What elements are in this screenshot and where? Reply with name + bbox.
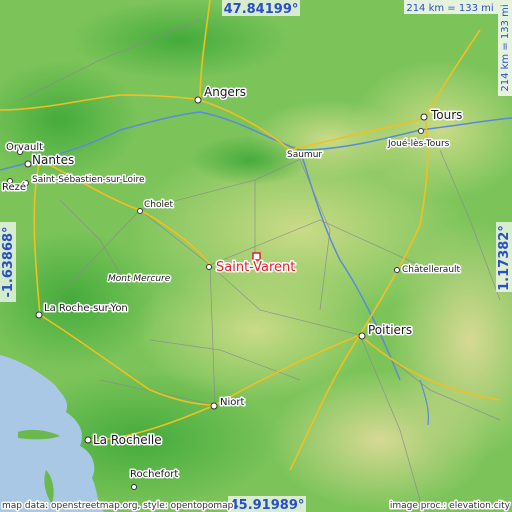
vertical-scale: 214 km = 133 mi [498, 0, 512, 96]
place-label: Nantes [32, 153, 74, 167]
place-label: Poitiers [368, 323, 412, 337]
place-label: Orvault [6, 142, 43, 153]
horizontal-scale-label: 214 km = 133 mi [406, 3, 493, 14]
place-label: Saint-Sébastien-sur-Loire [32, 174, 145, 185]
right-longitude-label: 1.17382° [497, 225, 512, 291]
place-label: Châtellerault [402, 265, 461, 275]
bottom-latitude-label: 45.91989° [230, 498, 305, 512]
place-label: Tours [430, 108, 462, 122]
place-label: Mont Mercure [108, 274, 171, 284]
map-canvas: 47.84199° 45.91989° -1.63868° 1.17382° 2… [0, 0, 512, 512]
top-latitude-label: 47.84199° [224, 2, 299, 17]
vertical-scale-label: 214 km = 133 mi [500, 4, 511, 91]
credit-left: map data: openstreetmap.org, style: open… [2, 501, 234, 511]
elevation-map: 47.84199° 45.91989° -1.63868° 1.17382° 2… [0, 0, 512, 512]
marker-label: Saint-Varent [216, 260, 295, 275]
credit-right: image proc.: elevation.city [390, 501, 511, 511]
place-label: Rochefort [130, 469, 178, 480]
place-label: La Rochelle [93, 433, 162, 447]
left-longitude-label: -1.63868° [1, 226, 16, 297]
place-label: Angers [204, 85, 246, 99]
place-label: Rezé [2, 181, 26, 193]
place-label: Niort [220, 397, 244, 408]
place-label: Saumur [287, 150, 322, 160]
place-label: La Roche-sur-Yon [44, 303, 128, 314]
place-label: Joué-lès-Tours [387, 138, 450, 149]
horizontal-scale: 214 km = 133 mi [404, 0, 498, 14]
location-pin-icon [252, 252, 261, 261]
place-label: Cholet [144, 200, 174, 210]
